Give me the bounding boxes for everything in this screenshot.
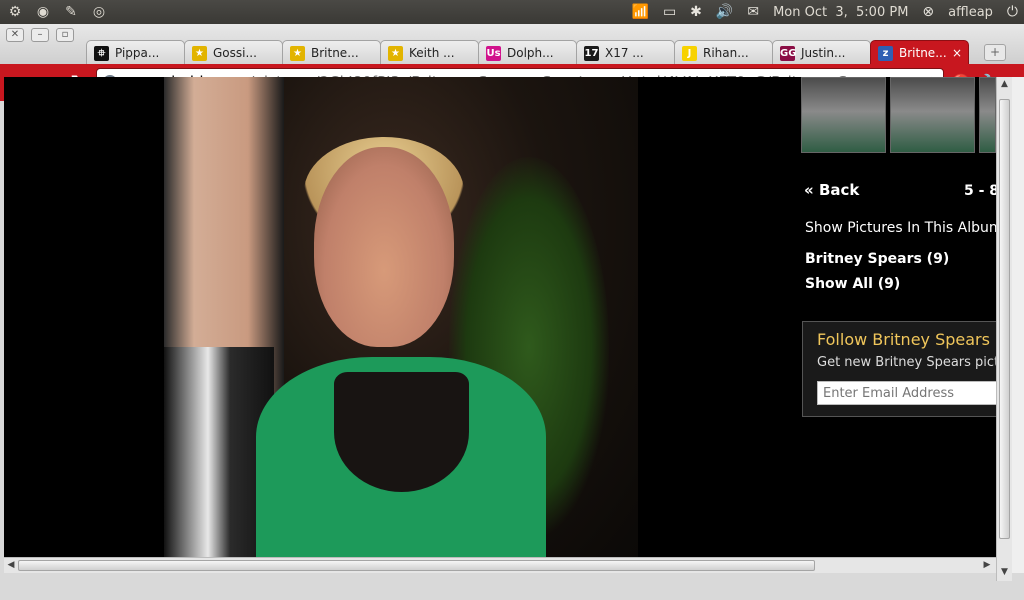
scroll-right-arrow-icon[interactable]: ▶ (982, 560, 992, 570)
mail-icon[interactable]: ✉ (747, 4, 759, 20)
wifi-icon[interactable]: 📶 (632, 4, 649, 20)
tab-favicon-icon: ⯐ (94, 45, 109, 61)
tab-1[interactable]: ★ Gossi... (184, 40, 283, 65)
tab-favicon-icon: z (878, 45, 893, 61)
firefox-launcher-icon[interactable]: ◉ (32, 2, 54, 22)
panel-indicators: 📶 ▭ ✱ 🔊 ✉ Mon Oct 3, 5:00 PM ⊗ affleap ⏻ (632, 0, 1019, 24)
photo-face (314, 147, 454, 347)
tab-label: Dolph... (507, 46, 554, 60)
tab-favicon-icon: ★ (290, 45, 305, 61)
photo-dress-mesh (334, 372, 469, 492)
thumbnail[interactable] (801, 77, 886, 153)
tab-label: Pippa... (115, 46, 160, 60)
tab-favicon-icon: ★ (388, 45, 403, 61)
thumbnail-strip (801, 77, 996, 153)
text-editor-launcher-icon[interactable]: ✎ (60, 2, 82, 22)
user-icon: ⊗ (922, 4, 935, 20)
vertical-scrollbar[interactable]: ▲ ▼ (996, 77, 1012, 581)
tab-strip: ✕ – ▫ ⯐ Pippa... ★ Gossi... ★ Britne... ★ Keith… (0, 24, 1024, 65)
ubuntu-menu-icon[interactable]: ⚙ (4, 2, 26, 22)
tab-favicon-icon: ★ (192, 45, 207, 61)
thumbnail[interactable] (890, 77, 975, 153)
power-icon[interactable]: ⏻ (1007, 4, 1018, 20)
follow-box: Follow Britney Spears Get new Britney Sp… (802, 321, 996, 417)
tab-3[interactable]: ★ Keith ... (380, 40, 479, 65)
scroll-up-arrow-icon[interactable]: ▲ (999, 79, 1010, 89)
tab-8[interactable]: z Britne... × (870, 40, 969, 65)
follow-subtitle: Get new Britney Spears pict (817, 355, 996, 370)
tab-4[interactable]: Us Dolph... (478, 40, 577, 65)
bluetooth-icon[interactable]: ✱ (690, 4, 702, 20)
tab-favicon-icon: Us (486, 45, 501, 61)
new-tab-button[interactable]: + (984, 44, 1006, 61)
tab-close-icon[interactable]: × (952, 46, 962, 60)
vertical-scroll-thumb[interactable] (999, 99, 1010, 539)
panel-launchers: ⚙ ◉ ✎ ◎ (4, 2, 110, 22)
follow-title: Follow Britney Spears (817, 330, 990, 349)
main-photo[interactable] (164, 77, 638, 557)
tab-label: Gossi... (213, 46, 257, 60)
tabs: ⯐ Pippa... ★ Gossi... ★ Britne... ★ Keith ... Us… (86, 40, 969, 65)
tab-0[interactable]: ⯐ Pippa... (86, 40, 185, 65)
scroll-down-arrow-icon[interactable]: ▼ (999, 567, 1010, 577)
battery-icon[interactable]: ▭ (663, 4, 676, 20)
horizontal-scroll-thumb[interactable] (18, 560, 815, 571)
volume-icon[interactable]: 🔊 (716, 4, 733, 20)
minimize-window-button[interactable]: – (31, 28, 49, 42)
close-window-button[interactable]: ✕ (6, 28, 24, 42)
show-album-text: Show Pictures In This Album W (805, 220, 996, 236)
tab-label: Rihan... (703, 46, 749, 60)
system-top-panel: ⚙ ◉ ✎ ◎ 📶 ▭ ✱ 🔊 ✉ Mon Oct 3, 5:00 PM ⊗ a… (0, 0, 1024, 24)
chrome-launcher-icon[interactable]: ◎ (88, 2, 110, 22)
tab-7[interactable]: GG Justin... (772, 40, 871, 65)
scroll-left-arrow-icon[interactable]: ◀ (6, 560, 16, 570)
user-name[interactable]: affleap (948, 5, 993, 20)
photo-range: 5 - 8 (964, 183, 996, 199)
tab-favicon-icon: J (682, 45, 697, 61)
tab-label: X17 ... (605, 46, 644, 60)
page-content: « Back 5 - 8 Show Pictures In This Album… (4, 77, 996, 557)
thumbnail[interactable] (979, 77, 996, 153)
clock[interactable]: Mon Oct 3, 5:00 PM (773, 5, 908, 20)
back-link[interactable]: « Back (804, 181, 859, 199)
tab-favicon-icon: GG (780, 45, 797, 61)
tab-label: Justin... (801, 46, 846, 60)
tab-label: Keith ... (409, 46, 455, 60)
tab-5[interactable]: 17 X17 ... (576, 40, 675, 65)
horizontal-scrollbar[interactable]: ◀ ▶ (4, 557, 996, 573)
email-field[interactable] (817, 381, 996, 405)
album-link-britney[interactable]: Britney Spears (9) (805, 251, 949, 267)
tab-2[interactable]: ★ Britne... (282, 40, 381, 65)
tab-6[interactable]: J Rihan... (674, 40, 773, 65)
tab-label: Britne... (311, 46, 359, 60)
tab-favicon-icon: 17 (584, 45, 599, 61)
double-chevron-left-icon: « (804, 181, 814, 199)
window-edge (1012, 77, 1024, 573)
maximize-window-button[interactable]: ▫ (56, 28, 74, 42)
tab-label: Britne... (899, 46, 947, 60)
back-label: Back (818, 181, 860, 199)
album-link-show-all[interactable]: Show All (9) (805, 276, 900, 292)
